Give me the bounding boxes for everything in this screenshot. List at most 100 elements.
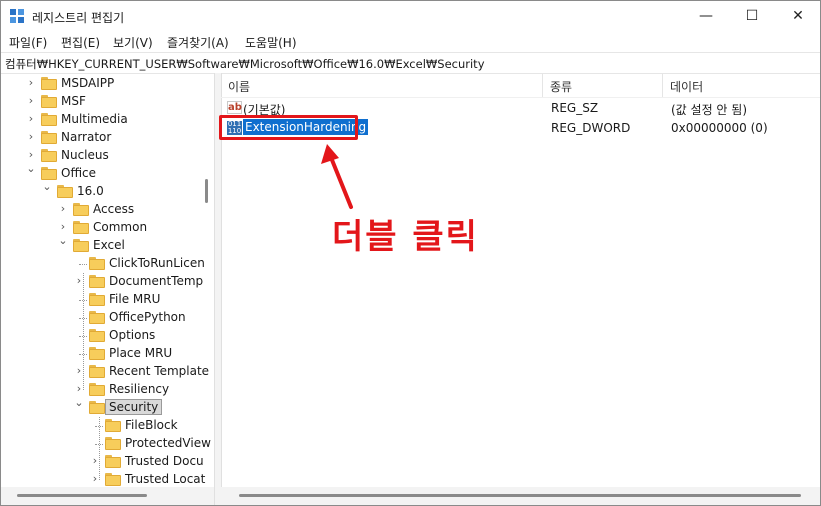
minimize-button[interactable]: —	[683, 1, 729, 32]
tree-item-documenttemp[interactable]: › DocumentTemp	[1, 273, 211, 291]
menu-edit[interactable]: 편집(E)	[61, 34, 100, 51]
double-click-annotation: 더블 클릭	[332, 217, 479, 257]
menu-file[interactable]: 파일(F)	[9, 34, 47, 51]
folder-icon	[89, 311, 105, 324]
folder-icon	[105, 437, 121, 450]
tree-item-label: Multimedia	[61, 112, 128, 126]
column-header-type[interactable]: 종류	[543, 73, 663, 97]
tree-item-label: ClickToRunLicen	[109, 256, 205, 270]
folder-icon	[41, 113, 57, 126]
tree-item-label: Place MRU	[109, 346, 173, 360]
tree-item-excel[interactable]: ⌄ Excel	[1, 234, 211, 255]
tree-vertical-scrollbar[interactable]	[205, 179, 208, 203]
chevron-right-icon[interactable]: ›	[25, 130, 37, 143]
tree-item-label: Security	[105, 399, 163, 415]
tree-item-label: Excel	[93, 238, 125, 252]
red-arrow-icon	[321, 144, 353, 209]
chevron-down-icon[interactable]: ⌄	[25, 162, 37, 175]
tree-item-trusted-docu[interactable]: › Trusted Docu	[1, 453, 211, 471]
tree-item-security[interactable]: ⌄ Security	[1, 396, 211, 417]
folder-icon	[89, 365, 105, 378]
folder-icon	[89, 383, 105, 396]
tree-item-label: Resiliency	[109, 382, 170, 396]
folder-icon	[41, 131, 57, 144]
folder-icon	[41, 167, 57, 180]
folder-icon	[57, 185, 73, 198]
list-horizontal-scrollbar[interactable]	[239, 494, 801, 497]
highlight-box	[219, 115, 358, 140]
column-header-name[interactable]: 이름	[221, 73, 543, 97]
tree-horizontal-scrollbar[interactable]	[17, 494, 147, 497]
tree-item-protectedview[interactable]: ProtectedView	[1, 435, 211, 453]
folder-icon	[41, 149, 57, 162]
chevron-right-icon[interactable]: ›	[57, 220, 69, 233]
tree-item-label: Trusted Locat	[125, 472, 206, 486]
chevron-down-icon[interactable]: ⌄	[73, 396, 85, 409]
chevron-down-icon[interactable]: ⌄	[57, 234, 69, 247]
value-type: REG_DWORD	[551, 121, 631, 135]
folder-icon	[89, 275, 105, 288]
tree-item-label: File MRU	[109, 292, 161, 306]
menu-help[interactable]: 도움말(H)	[245, 34, 297, 51]
tree-item-label: ProtectedView	[125, 436, 211, 450]
tree-item-file-mru[interactable]: File MRU	[1, 291, 211, 309]
tree-item-office[interactable]: ⌄ Office	[1, 162, 211, 183]
tree-item-label: DocumentTemp	[109, 274, 204, 288]
chevron-down-icon[interactable]: ⌄	[41, 180, 53, 193]
tree-guide-line	[83, 273, 84, 390]
address-path[interactable]: 컴퓨터₩HKEY_CURRENT_USER₩Software₩Microsoft…	[5, 56, 485, 72]
tree-item-msf[interactable]: › MSF	[1, 93, 211, 111]
value-data: 0x00000000 (0)	[671, 121, 768, 135]
tree-item-access[interactable]: › Access	[1, 201, 211, 219]
tree-item-16-0[interactable]: ⌄ 16.0	[1, 180, 211, 201]
value-type: REG_SZ	[551, 101, 599, 115]
address-bar[interactable]: 컴퓨터₩HKEY_CURRENT_USER₩Software₩Microsoft…	[1, 52, 820, 74]
tree-item-label: Access	[93, 202, 135, 216]
folder-icon	[41, 95, 57, 108]
tree-item-label: Common	[93, 220, 148, 234]
tree-item-label: Options	[109, 328, 156, 342]
chevron-right-icon[interactable]: ›	[57, 202, 69, 215]
tree-item-clicktorunlicen[interactable]: ClickToRunLicen	[1, 255, 211, 273]
chevron-right-icon[interactable]: ›	[25, 148, 37, 161]
chevron-right-icon[interactable]: ›	[25, 76, 37, 89]
tree-item-place-mru[interactable]: Place MRU	[1, 345, 211, 363]
title-bar[interactable]: 레지스트리 편집기 — ☐ ✕	[1, 1, 820, 32]
tree-item-recent-template[interactable]: › Recent Template	[1, 363, 211, 381]
tree-item-narrator[interactable]: › Narrator	[1, 129, 211, 147]
menu-favorites[interactable]: 즐겨찾기(A)	[167, 34, 229, 51]
folder-icon	[73, 203, 89, 216]
tree-item-label: Trusted Docu	[125, 454, 204, 468]
tree-item-officepython[interactable]: OfficePython	[1, 309, 211, 327]
tree-connector	[79, 264, 87, 265]
folder-icon	[41, 77, 57, 90]
folder-icon	[105, 455, 121, 468]
folder-icon	[89, 347, 105, 360]
folder-icon	[89, 257, 105, 270]
tree-guide-line	[99, 417, 100, 480]
tree-item-multimedia[interactable]: › Multimedia	[1, 111, 211, 129]
maximize-button[interactable]: ☐	[729, 1, 775, 32]
menu-bar: 파일(F) 편집(E) 보기(V) 즐겨찾기(A) 도움말(H)	[1, 32, 820, 52]
tree-item-label: Narrator	[61, 130, 112, 144]
tree-item-fileblock[interactable]: FileBlock	[1, 417, 211, 435]
tree-item-label: FileBlock	[125, 418, 178, 432]
string-value-icon: ab	[227, 101, 242, 114]
chevron-right-icon[interactable]: ›	[25, 112, 37, 125]
folder-icon	[89, 329, 105, 342]
tree-item-label: MSF	[61, 94, 86, 108]
column-header-data[interactable]: 데이터	[663, 73, 820, 97]
tree-item-options[interactable]: Options	[1, 327, 211, 345]
value-data: (값 설정 안 됨)	[671, 103, 748, 117]
tree-item-msdaipp[interactable]: › MSDAIPP	[1, 75, 211, 93]
registry-tree[interactable]: › MSDAIPP › MSF › Multimedia › Narrator › Nucleus…	[1, 73, 211, 505]
tree-item-label: OfficePython	[109, 310, 186, 324]
menu-view[interactable]: 보기(V)	[113, 34, 153, 51]
folder-icon	[89, 401, 105, 414]
tree-item-common[interactable]: › Common	[1, 219, 211, 237]
chevron-right-icon[interactable]: ›	[25, 94, 37, 107]
tree-item-label: Recent Template	[109, 364, 210, 378]
registry-editor-icon	[10, 9, 24, 23]
close-button[interactable]: ✕	[775, 1, 821, 32]
tree-item-resiliency[interactable]: › Resiliency	[1, 381, 211, 399]
